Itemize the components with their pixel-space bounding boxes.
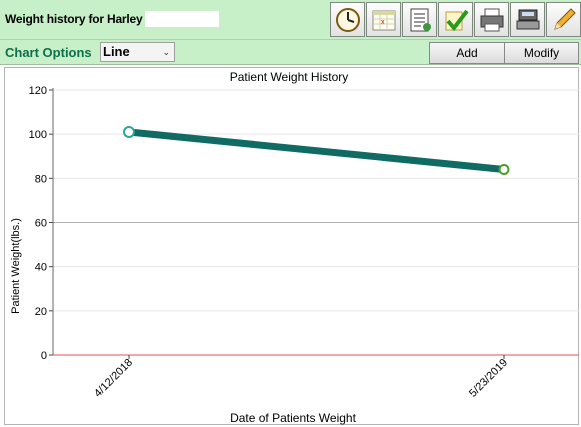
clock-button[interactable] (330, 2, 365, 37)
series-line (125, 128, 508, 173)
x-axis-label: Date of Patients Weight (230, 411, 357, 425)
calendar-icon: x (372, 10, 395, 30)
chart-options-label: Chart Options (5, 45, 92, 60)
y-tick-label: 20 (35, 306, 47, 318)
check-button[interactable] (438, 2, 473, 37)
chart-type-select[interactable]: Line ⌄ (100, 42, 175, 62)
x-tick-label: 5/23/2019 (467, 357, 510, 400)
document-list-icon (410, 8, 431, 31)
y-tick-labels: 0 20 40 60 80 100 120 (29, 85, 47, 362)
x-tick-labels: 4/12/2018 5/23/2019 (92, 357, 510, 400)
calendar-button[interactable]: x (366, 2, 401, 37)
window-header: Weight history for Harley x (0, 0, 581, 40)
window-title: Weight history for Harley (5, 12, 143, 26)
chart-title: Patient Weight History (230, 70, 349, 84)
chevron-down-icon: ⌄ (162, 47, 170, 57)
x-tick-label: 4/12/2018 (92, 357, 135, 400)
y-tick-label: 100 (29, 129, 47, 141)
toolbar: x (330, 2, 581, 37)
chart-options-bar: Chart Options Line ⌄ Add Modify (0, 40, 581, 65)
y-tick-label: 80 (35, 173, 47, 185)
redacted-name (145, 11, 219, 27)
scale-icon (516, 9, 539, 29)
data-point (498, 164, 510, 175)
svg-text:x: x (381, 19, 385, 26)
y-tick-label: 60 (35, 218, 47, 230)
document-list-button[interactable] (402, 2, 437, 37)
printer-icon (480, 8, 503, 31)
y-tick-label: 40 (35, 262, 47, 274)
y-axis-label: Patient Weight(lbs.) (10, 218, 22, 314)
modify-button[interactable]: Modify (504, 42, 579, 64)
add-button[interactable]: Add (429, 42, 505, 64)
weight-chart: Patient Weight History 0 20 40 60 80 100 120 4… (10, 70, 579, 425)
chart-type-value: Line (103, 44, 130, 59)
chart-panel: Patient Weight History 0 20 40 60 80 100 120 4… (4, 67, 579, 425)
scale-button[interactable] (510, 2, 545, 37)
checkmark-icon (445, 9, 469, 31)
data-point (123, 125, 135, 138)
print-button[interactable] (474, 2, 509, 37)
edit-button[interactable] (546, 2, 581, 37)
clock-icon (335, 7, 360, 32)
y-tick-label: 0 (41, 350, 47, 362)
y-tick-label: 120 (29, 85, 47, 97)
chart-gridlines (53, 89, 579, 312)
pencil-icon (553, 7, 576, 30)
